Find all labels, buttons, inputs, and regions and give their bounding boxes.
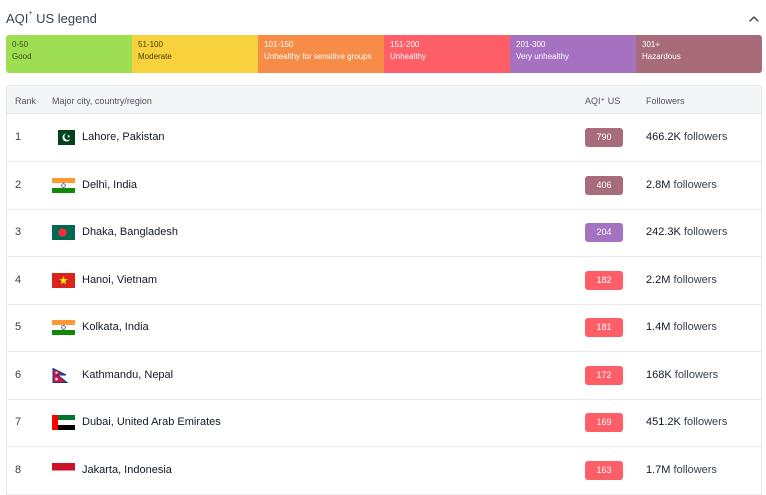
legend-segment: 201-300 Very unhealthy: [510, 35, 636, 73]
table-row[interactable]: 4 Hanoi, Vietnam 182 2.2M followers: [7, 257, 761, 305]
header-followers: Followers: [646, 96, 685, 106]
followers-count: 451.2K: [646, 416, 681, 428]
table-row[interactable]: 7 Dubai, United Arab Emirates 169 451.2K fo…: [7, 399, 761, 447]
followers-count: 2.2M: [646, 274, 671, 286]
legend-segment-label: Moderate: [138, 52, 172, 61]
aqi-badge: 204: [585, 223, 623, 242]
row-followers: 1.7M followers: [646, 464, 717, 476]
legend-segment-range: 0-50: [12, 40, 29, 49]
legend-segment: 151-200 Unhealthy: [384, 35, 510, 73]
followers-count: 242.3K: [646, 226, 681, 238]
legend-segment-range: 301+: [642, 40, 661, 49]
legend-header: AQI+ US legend: [0, 0, 766, 34]
legend-segment: 301+ Hazardous: [636, 35, 762, 73]
row-rank: 1: [15, 131, 22, 143]
table-row[interactable]: 2 Delhi, India 406 2.8M followers: [7, 162, 761, 210]
legend-segment-range: 51-100: [138, 40, 163, 49]
legend-segment-label: Hazardous: [642, 52, 681, 61]
aqi-badge: 169: [585, 413, 623, 432]
nepal-flag-icon: [52, 367, 75, 383]
table-row[interactable]: 6 Kathmandu, Nepal 172 168K followers: [7, 352, 761, 400]
followers-word: followers: [670, 321, 717, 333]
legend-segment: 101-150 Unhealthy for sensitive groups: [258, 35, 384, 73]
row-city-name[interactable]: Kolkata, India: [82, 321, 149, 333]
legend-segment-label: Good: [12, 52, 32, 61]
row-followers: 451.2K followers: [646, 416, 727, 428]
followers-word: followers: [680, 131, 728, 143]
legend-segment: 51-100 Moderate: [132, 35, 258, 73]
legend-segment-range: 151-200: [390, 40, 420, 49]
legend-segment-label: Very unhealthy: [516, 52, 569, 61]
india-flag-icon: [52, 178, 75, 193]
pakistan-flag-icon: [52, 130, 75, 145]
legend-title-suffix: US legend: [32, 11, 97, 26]
row-followers: 466.2K followers: [646, 131, 727, 143]
header-aqi: AQI⁺ US: [585, 96, 621, 106]
city-ranking-table: Rank Major city, country/region AQI⁺ US …: [6, 85, 762, 495]
chevron-up-icon: [749, 16, 759, 22]
aqi-badge: 172: [585, 366, 623, 385]
row-city-name[interactable]: Dhaka, Bangladesh: [82, 226, 178, 238]
aqi-badge: 182: [585, 271, 623, 290]
followers-word: followers: [670, 464, 717, 476]
legend-title: AQI+ US legend: [6, 10, 97, 26]
legend-segment-label: Unhealthy: [390, 52, 427, 61]
row-rank: 5: [15, 321, 22, 333]
aqi-badge: 181: [585, 318, 623, 337]
followers-word: followers: [680, 226, 728, 238]
row-city-name[interactable]: Lahore, Pakistan: [82, 131, 165, 143]
row-rank: 2: [15, 179, 22, 191]
row-rank: 7: [15, 416, 22, 428]
followers-word: followers: [671, 369, 719, 381]
vietnam-flag-icon: [52, 273, 75, 288]
row-followers: 2.2M followers: [646, 274, 717, 286]
indonesia-flag-icon: [52, 463, 75, 478]
aqi-legend-bar: 0-50 Good 51-100 Moderate 101-150 Unhealthy f…: [6, 35, 762, 73]
row-city-name[interactable]: Jakarta, Indonesia: [82, 464, 172, 476]
followers-count: 466.2K: [646, 131, 681, 143]
followers-count: 1.4M: [646, 321, 671, 333]
aqi-badge: 163: [585, 461, 623, 480]
table-row[interactable]: 1 Lahore, Pakistan 790 466.2K followers: [7, 114, 761, 162]
followers-count: 1.7M: [646, 464, 671, 476]
followers-count: 168K: [646, 369, 672, 381]
row-city-name[interactable]: Delhi, India: [82, 179, 137, 191]
aqi-badge: 406: [585, 176, 623, 195]
legend-title-sup: +: [28, 10, 33, 17]
header-city: Major city, country/region: [52, 96, 152, 106]
legend-segment-range: 101-150: [264, 40, 294, 49]
legend-segment: 0-50 Good: [6, 35, 132, 73]
followers-word: followers: [670, 179, 717, 191]
row-city-name[interactable]: Kathmandu, Nepal: [82, 369, 173, 381]
table-row[interactable]: 8 Jakarta, Indonesia 163 1.7M followers: [7, 447, 761, 495]
row-followers: 2.8M followers: [646, 179, 717, 191]
table-row[interactable]: 5 Kolkata, India 181 1.4M followers: [7, 304, 761, 352]
row-followers: 168K followers: [646, 369, 718, 381]
row-followers: 1.4M followers: [646, 321, 717, 333]
header-rank: Rank: [15, 96, 37, 106]
legend-title-main: AQI: [6, 11, 29, 26]
table-header: Rank Major city, country/region AQI⁺ US …: [7, 86, 761, 114]
row-rank: 4: [15, 274, 22, 286]
collapse-legend-button[interactable]: [744, 11, 764, 27]
followers-word: followers: [680, 416, 728, 428]
row-rank: 3: [15, 226, 22, 238]
legend-segment-label: Unhealthy for sensitive groups: [264, 52, 372, 61]
row-followers: 242.3K followers: [646, 226, 727, 238]
legend-segment-range: 201-300: [516, 40, 546, 49]
india-flag-icon: [52, 320, 75, 335]
table-row[interactable]: 3 Dhaka, Bangladesh 204 242.3K followers: [7, 209, 761, 257]
row-rank: 6: [15, 369, 22, 381]
aqi-badge: 790: [585, 128, 623, 147]
uae-flag-icon: [52, 415, 75, 430]
row-rank: 8: [15, 464, 22, 476]
followers-count: 2.8M: [646, 179, 671, 191]
row-city-name[interactable]: Dubai, United Arab Emirates: [82, 416, 221, 428]
bangladesh-flag-icon: [52, 225, 75, 240]
followers-word: followers: [670, 274, 717, 286]
row-city-name[interactable]: Hanoi, Vietnam: [82, 274, 157, 286]
